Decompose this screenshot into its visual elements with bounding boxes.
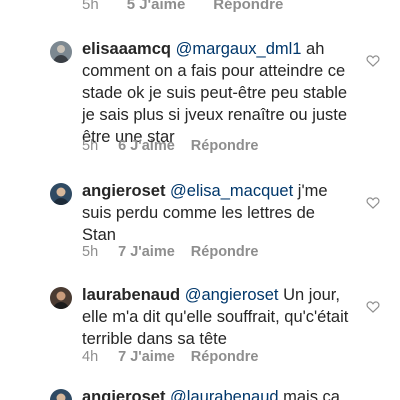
comment-time: 5h [82, 244, 99, 260]
comment-mention[interactable]: @margaux_dml1 [176, 40, 302, 58]
avatar[interactable] [50, 41, 72, 63]
comment-username[interactable]: elisaaamcq [82, 40, 171, 58]
comment-username[interactable]: angieroset [82, 388, 165, 400]
avatar[interactable] [50, 389, 72, 400]
likes-count[interactable]: 6 J'aime [118, 138, 175, 154]
avatar-icon [50, 389, 72, 400]
comment-meta: 4h 7 J'aime Répondre [82, 349, 258, 365]
comment-content: mais ça [278, 388, 340, 400]
previous-comment-meta: 5h 5 J'aime Répondre [82, 0, 283, 14]
avatar[interactable] [50, 183, 72, 205]
heart-outline-icon[interactable] [366, 196, 380, 209]
comment-text: angieroset @elisa_macquet j'me suis perd… [82, 180, 352, 246]
comment-meta: 5h 6 J'aime Répondre [82, 138, 258, 154]
comment-time: 5h [82, 138, 99, 154]
reply-button[interactable]: Répondre [213, 0, 283, 13]
comment-time: 4h [82, 349, 99, 365]
heart-outline-icon[interactable] [366, 54, 380, 67]
reply-button[interactable]: Répondre [191, 244, 259, 260]
comment-text: laurabenaud @angieroset Un jour, elle m'… [82, 284, 352, 350]
likes-count[interactable]: 7 J'aime [118, 244, 175, 260]
avatar[interactable] [50, 287, 72, 309]
likes-count[interactable]: 7 J'aime [118, 349, 175, 365]
comment-username[interactable]: angieroset [82, 182, 165, 200]
comment-username[interactable]: laurabenaud [82, 286, 180, 304]
avatar-icon [50, 183, 72, 205]
avatar-icon [50, 41, 72, 63]
comment-text: elisaaamcq @margaux_dml1 ah comment on a… [82, 38, 352, 148]
comment-mention[interactable]: @laurabenaud [170, 388, 279, 400]
reply-button[interactable]: Répondre [191, 138, 259, 154]
comment-time: 5h [82, 0, 99, 13]
comment-mention[interactable]: @elisa_macquet [170, 182, 293, 200]
comment-meta: 5h 7 J'aime Répondre [82, 244, 258, 260]
comment-mention[interactable]: @angieroset [185, 286, 279, 304]
reply-button[interactable]: Répondre [191, 349, 259, 365]
likes-count[interactable]: 5 J'aime [127, 0, 186, 13]
avatar-icon [50, 287, 72, 309]
heart-outline-icon[interactable] [366, 300, 380, 313]
comment-text: angieroset @laurabenaud mais ça [82, 386, 382, 400]
